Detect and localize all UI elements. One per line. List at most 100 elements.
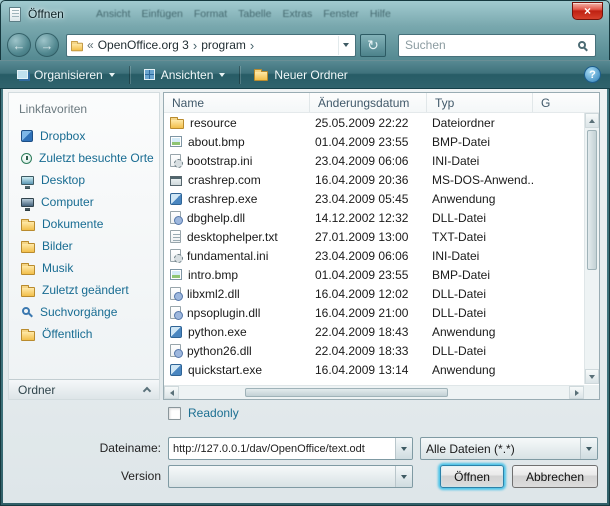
dialog-icon (9, 7, 21, 22)
column-header-type[interactable]: Typ (427, 93, 533, 112)
triangle-up-icon (589, 119, 595, 123)
triangle-down-icon (589, 375, 595, 379)
background-menu-item: Hilfe (370, 8, 391, 20)
table-row[interactable]: libxml2.dll 16.04.2009 12:02 DLL-Datei (164, 284, 599, 303)
folder-icon (21, 243, 35, 253)
sidebar-item[interactable]: Desktop (9, 169, 159, 191)
sidebar-item[interactable]: Zuletzt besuchte Orte (9, 147, 159, 169)
file-type: MS-DOS-Anwend... (427, 173, 533, 187)
table-row[interactable]: dbghelp.dll 14.12.2002 12:32 DLL-Datei (164, 208, 599, 227)
table-row[interactable]: bootstrap.ini 23.04.2009 06:06 INI-Datei (164, 151, 599, 170)
search-icon[interactable] (578, 41, 586, 49)
organize-button[interactable]: Organisieren (9, 64, 123, 86)
file-date: 01.04.2009 23:55 (310, 135, 427, 149)
table-row[interactable]: crashrep.com 16.04.2009 20:36 MS-DOS-Anw… (164, 170, 599, 189)
search-icon (22, 307, 30, 315)
vertical-scroll-track[interactable] (585, 128, 599, 369)
txt-icon (170, 230, 181, 243)
table-row[interactable]: python26.dll 22.04.2009 18:33 DLL-Datei (164, 341, 599, 360)
version-select[interactable] (168, 465, 413, 488)
filetype-dropdown-button[interactable] (580, 438, 597, 459)
table-row[interactable]: about.bmp 01.04.2009 23:55 BMP-Datei (164, 132, 599, 151)
scroll-down-button[interactable] (585, 369, 599, 384)
scrollbar-corner (584, 385, 599, 399)
views-button[interactable]: Ansichten (136, 64, 234, 86)
back-button[interactable]: ← (7, 33, 31, 57)
file-date: 23.04.2009 05:45 (310, 192, 427, 206)
column-header-date[interactable]: Änderungsdatum (310, 93, 427, 112)
horizontal-scroll-track[interactable] (179, 386, 569, 399)
sidebar-item[interactable]: Suchvorgänge (9, 301, 159, 323)
table-row[interactable]: python.exe 22.04.2009 18:43 Anwendung (164, 322, 599, 341)
dll-icon (170, 344, 181, 357)
new-folder-label: Neuer Ordner (274, 68, 347, 82)
filename-input[interactable] (169, 443, 395, 455)
horizontal-scroll-thumb[interactable] (245, 388, 448, 397)
sidebar-item[interactable]: Zuletzt geändert (9, 279, 159, 301)
column-header-size[interactable]: G (533, 93, 599, 112)
sidebar-item[interactable]: Computer (9, 191, 159, 213)
sidebar-item[interactable]: Dropbox (9, 125, 159, 147)
horizontal-scrollbar[interactable] (164, 385, 584, 399)
table-row[interactable]: crashrep.exe 23.04.2009 05:45 Anwendung (164, 189, 599, 208)
help-button[interactable]: ? (584, 66, 601, 83)
table-row[interactable]: resource 25.05.2009 22:22 Dateiordner (164, 113, 599, 132)
dialog-buttons: Öffnen Abbrechen (420, 465, 598, 488)
cancel-button[interactable]: Abbrechen (512, 465, 598, 488)
file-name: intro.bmp (188, 268, 238, 282)
open-button[interactable]: Öffnen (440, 465, 504, 488)
vertical-scroll-thumb[interactable] (587, 130, 597, 270)
scroll-left-button[interactable] (164, 386, 179, 399)
file-type: BMP-Datei (427, 268, 533, 282)
file-type: DLL-Datei (427, 344, 533, 358)
table-row[interactable]: desktophelper.txt 27.01.2009 13:00 TXT-D… (164, 227, 599, 246)
search-input[interactable] (405, 38, 578, 52)
sidebar-item-label: Musik (42, 261, 73, 275)
exe-icon (170, 364, 182, 376)
chevron-down-icon (219, 73, 225, 77)
sidebar-item[interactable]: Öffentlich (9, 323, 159, 345)
table-row[interactable]: quickstart.exe 16.04.2009 13:14 Anwendun… (164, 360, 599, 379)
scroll-up-button[interactable] (585, 113, 599, 128)
breadcrumb-segment[interactable]: program (200, 38, 247, 52)
file-date: 22.04.2009 18:33 (310, 344, 427, 358)
file-rows: resource 25.05.2009 22:22 Dateiordner ab… (164, 113, 599, 379)
dialog-client-area: Linkfavoriten Dropbox Zuletzt besuchte O… (3, 89, 607, 503)
file-date: 14.12.2002 12:32 (310, 211, 427, 225)
version-dropdown-button[interactable] (395, 466, 412, 487)
breadcrumb-segment[interactable]: OpenOffice.org 3 (97, 38, 190, 52)
sidebar-item[interactable]: Bilder (9, 235, 159, 257)
close-button[interactable]: × (572, 2, 603, 20)
vertical-scrollbar[interactable] (584, 113, 599, 384)
filetype-select[interactable]: Alle Dateien (*.*) (420, 437, 598, 460)
file-type: DLL-Datei (427, 306, 533, 320)
file-name: about.bmp (188, 135, 245, 149)
address-history-dropdown[interactable] (338, 36, 352, 55)
background-menu-item: Format (194, 8, 227, 20)
forward-button[interactable]: → (35, 33, 59, 57)
breadcrumb[interactable]: « OpenOffice.org 3 › program › (66, 34, 356, 57)
dll-icon (170, 306, 181, 319)
sidebar-item[interactable]: Musik (9, 257, 159, 279)
file-date: 22.04.2009 18:43 (310, 325, 427, 339)
readonly-checkbox[interactable] (168, 407, 181, 420)
file-name: fundamental.ini (187, 249, 268, 263)
filename-dropdown-button[interactable] (395, 438, 412, 459)
table-row[interactable]: npsoplugin.dll 16.04.2009 21:00 DLL-Date… (164, 303, 599, 322)
folder-icon (21, 265, 35, 275)
table-row[interactable]: fundamental.ini 23.04.2009 06:06 INI-Dat… (164, 246, 599, 265)
file-name: desktophelper.txt (187, 230, 278, 244)
column-header-name[interactable]: Name (164, 93, 310, 112)
navigation-bar: ← → « OpenOffice.org 3 › program › ↻ (0, 30, 610, 60)
file-date: 25.05.2009 22:22 (310, 116, 427, 130)
organize-icon (17, 70, 28, 79)
sidebar-item[interactable]: Dokumente (9, 213, 159, 235)
new-folder-button[interactable]: Neuer Ordner (246, 64, 355, 86)
chevron-down-icon (343, 43, 349, 47)
search-box (398, 34, 596, 57)
folders-expander[interactable]: Ordner (9, 379, 159, 399)
scroll-right-button[interactable] (569, 386, 584, 399)
refresh-button[interactable]: ↻ (360, 34, 386, 57)
breadcrumb-collapsed-chevrons[interactable]: « (87, 38, 94, 52)
table-row[interactable]: intro.bmp 01.04.2009 23:55 BMP-Datei (164, 265, 599, 284)
